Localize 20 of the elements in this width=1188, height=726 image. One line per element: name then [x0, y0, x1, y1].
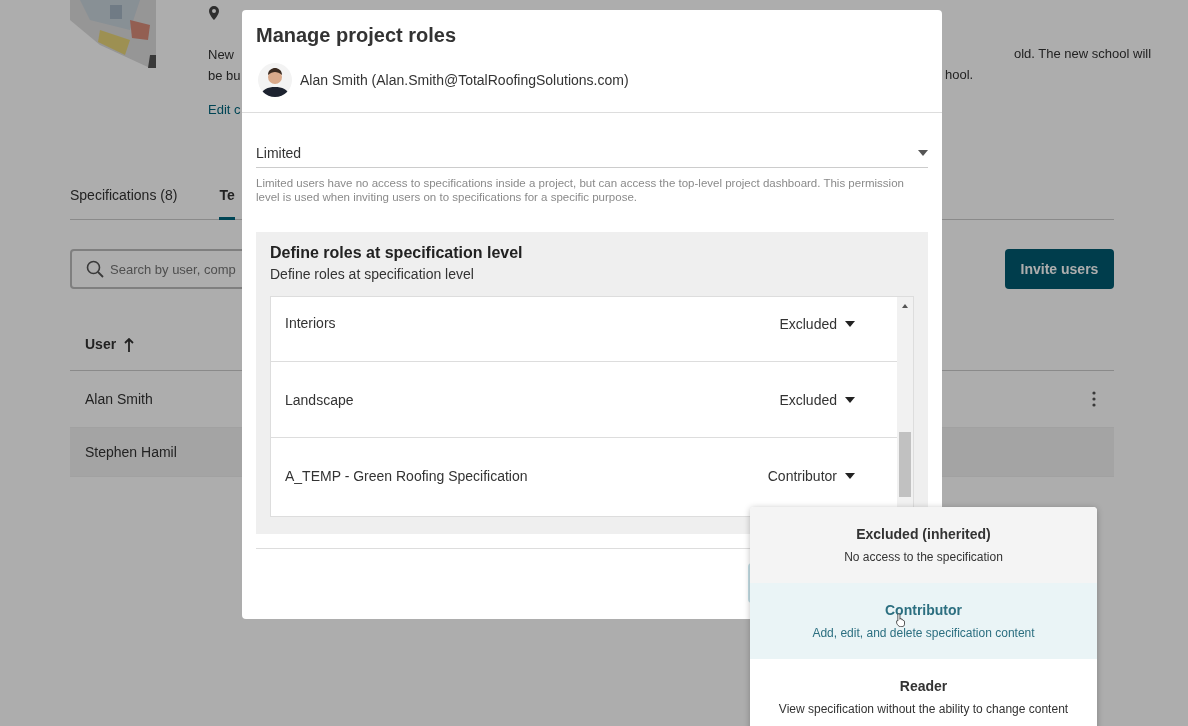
description-text: New: [208, 47, 234, 62]
user-email: Alan Smith (Alan.Smith@TotalRoofingSolutions.com): [300, 72, 629, 88]
specification-name: Interiors: [285, 315, 336, 331]
role-description: View specification without the ability to change content: [778, 702, 1069, 716]
role-title: Contributor: [885, 602, 962, 618]
user-name: Stephen Hamil: [85, 444, 177, 460]
description-text: be bu: [208, 68, 241, 83]
role-description: Add, edit, and delete specification content: [812, 626, 1035, 640]
dialog-title: Manage project roles: [255, 23, 458, 48]
role-description: No access to the specification: [844, 550, 1003, 564]
role-title: Excluded (inherited): [856, 526, 991, 542]
help-text: Limited users have no access to specifications inside a project, but can access the top-level project dashboard. This permission level is used when inviting users on to specifications for a specific purpose.: [256, 176, 905, 204]
description-text: old. The new school will: [1014, 46, 1152, 61]
user-name: Alan Smith: [85, 391, 153, 407]
specification-name: Landscape: [285, 391, 354, 408]
role-title: Reader: [899, 678, 948, 694]
specification-name: A_TEMP - Green Roofing Specification: [285, 468, 528, 484]
section-subtitle: Define roles at specification level: [270, 266, 475, 282]
section-title: Define roles at specification level: [270, 244, 524, 262]
description-text: hool.: [945, 67, 974, 82]
